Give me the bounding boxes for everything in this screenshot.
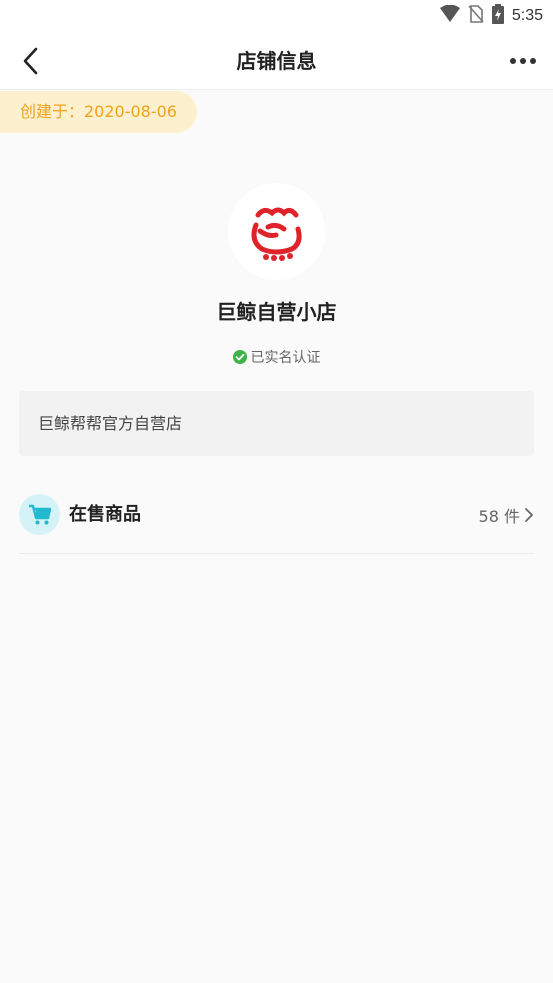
cart-icon	[28, 504, 51, 524]
whale-logo-icon	[251, 207, 302, 261]
on-sale-goods-row[interactable]: 在售商品 58 件	[19, 476, 534, 554]
goods-label: 在售商品	[69, 504, 141, 525]
shop-description: 巨鲸帮帮官方自营店	[19, 391, 534, 456]
no-sim-icon	[468, 5, 484, 27]
check-circle-icon	[232, 350, 247, 364]
status-bar: 5:35	[0, 0, 553, 32]
status-time: 5:35	[511, 7, 543, 24]
shop-logo	[228, 183, 325, 280]
more-button[interactable]	[507, 46, 539, 76]
nav-bar: 店铺信息	[0, 32, 553, 90]
cart-icon-badge	[19, 494, 60, 535]
shop-name: 巨鲸自营小店	[216, 300, 337, 324]
page-title: 店铺信息	[236, 49, 317, 73]
goods-count: 58 件	[479, 476, 534, 554]
more-dots-icon	[510, 58, 536, 64]
created-date-badge: 创建于：2020-08-06	[0, 91, 197, 133]
goods-count-value: 58 件	[478, 507, 520, 526]
verified-label: 已实名认证	[250, 350, 321, 366]
wifi-icon	[439, 4, 460, 27]
chevron-right-icon	[525, 508, 533, 522]
status-icons: 5:35	[439, 4, 543, 28]
battery-charging-icon	[491, 4, 504, 28]
verified-status: 已实名认证	[0, 346, 553, 368]
